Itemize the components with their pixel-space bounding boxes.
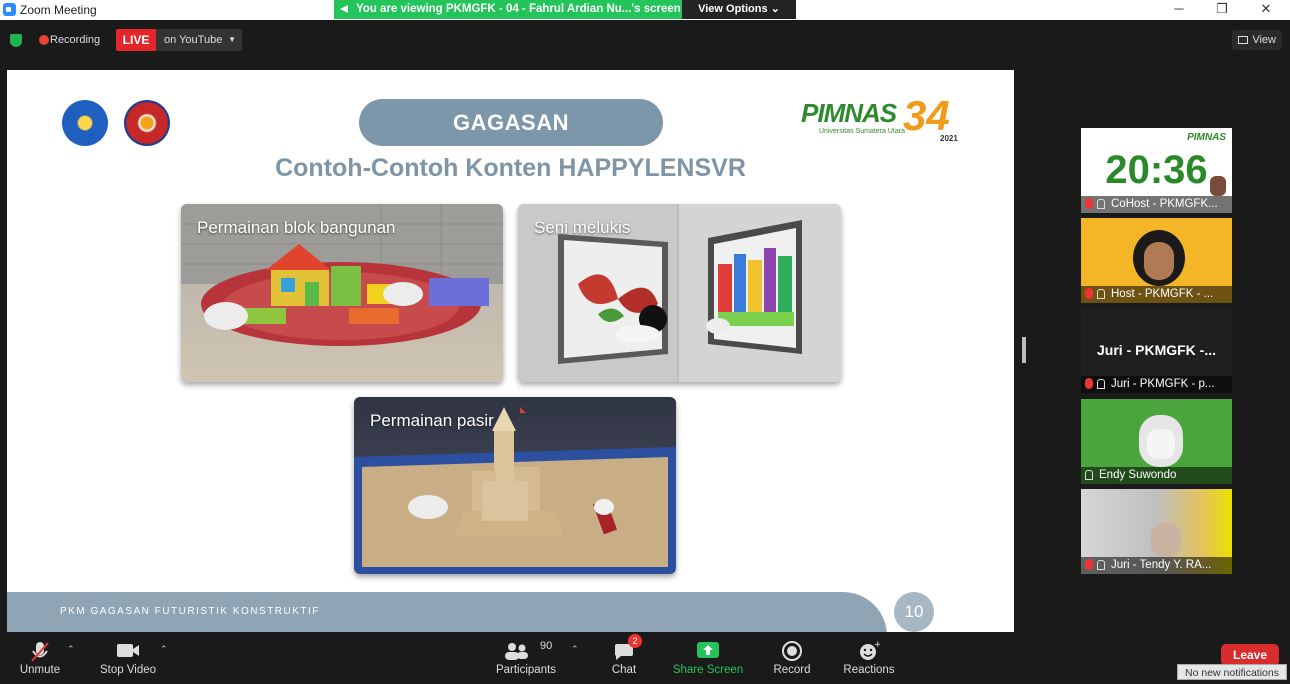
smiley-icon: + bbox=[860, 640, 880, 660]
participant-face bbox=[1144, 242, 1174, 280]
view-options-button[interactable]: View Options ⌄ bbox=[682, 0, 796, 19]
participant-tile-cohost[interactable]: PIMNAS 20:36 CoHost - PKMGFK... bbox=[1081, 128, 1232, 213]
participant-tile-juri[interactable]: Juri - PKMGFK -... Juri - PKMGFK - p... bbox=[1081, 308, 1232, 393]
university-logo bbox=[124, 100, 170, 146]
record-icon bbox=[39, 35, 49, 45]
svg-text:+: + bbox=[874, 640, 880, 650]
window-title: Zoom Meeting bbox=[20, 3, 97, 17]
stop-video-button[interactable]: Stop Video bbox=[96, 632, 160, 684]
participant-caption: CoHost - PKMGFK... bbox=[1081, 196, 1232, 213]
share-screen-button[interactable]: Share Screen bbox=[670, 632, 746, 684]
pimnas-mini-logo: PIMNAS bbox=[1187, 132, 1226, 143]
participants-icon bbox=[505, 643, 528, 660]
pin-icon bbox=[1097, 199, 1105, 209]
view-button[interactable]: View bbox=[1232, 30, 1282, 50]
audio-options-caret[interactable]: ⌃ bbox=[67, 644, 75, 655]
participant-name-display: Juri - PKMGFK -... bbox=[1097, 342, 1216, 358]
participant-face bbox=[1147, 429, 1175, 459]
participants-count: 90 bbox=[540, 640, 553, 652]
participants-options-caret[interactable]: ⌃ bbox=[571, 644, 579, 655]
close-button[interactable]: ✕ bbox=[1251, 1, 1281, 19]
participants-button[interactable]: 90 Participants bbox=[492, 632, 560, 684]
participant-face bbox=[1151, 523, 1181, 557]
recording-label: Recording bbox=[50, 34, 101, 46]
unmute-button[interactable]: Unmute bbox=[12, 632, 68, 684]
recording-indicator[interactable]: Recording bbox=[34, 30, 100, 50]
livestream-target-label: on YouTube bbox=[164, 34, 223, 46]
leave-button[interactable]: Leave bbox=[1221, 644, 1279, 666]
participant-caption: Endy Suwondo bbox=[1081, 467, 1232, 484]
screen-share-banner: You are viewing PKMGFK - 04 - Fahrul Ard… bbox=[334, 0, 682, 19]
reactions-button[interactable]: + Reactions bbox=[840, 632, 898, 684]
pin-icon bbox=[1097, 289, 1105, 299]
screen-share-text: You are viewing PKMGFK - 04 - Fahrul Ard… bbox=[356, 3, 681, 15]
video-options-caret[interactable]: ⌃ bbox=[160, 644, 168, 655]
minimize-button[interactable]: ─ bbox=[1164, 1, 1194, 19]
mic-muted-icon bbox=[1085, 288, 1093, 299]
mic-muted-icon bbox=[31, 642, 49, 662]
slide-page-number: 10 bbox=[894, 592, 934, 632]
view-options-label: View Options bbox=[698, 3, 768, 15]
record-icon bbox=[782, 641, 802, 661]
participant-tile-endy[interactable]: Endy Suwondo bbox=[1081, 399, 1232, 484]
participant-tile-host[interactable]: Host - PKMGFK - ... bbox=[1081, 218, 1232, 303]
content-card-building-blocks: Permainan blok bangunan bbox=[181, 204, 503, 382]
video-camera-icon bbox=[117, 644, 139, 657]
content-card-painting: Seni melukis bbox=[518, 204, 841, 382]
meeting-toolbar: Unmute ⌃ Stop Video ⌃ 90 Participants ⌃ … bbox=[0, 632, 1290, 684]
chevron-down-icon: ⌄ bbox=[770, 3, 780, 15]
card-label: Permainan pasir bbox=[370, 411, 494, 430]
shared-screen: GAGASAN PIMNAS 34 Universitas Sumatera U… bbox=[7, 70, 1014, 632]
pin-icon bbox=[1085, 470, 1093, 480]
card-label: Permainan blok bangunan bbox=[197, 218, 396, 237]
caret-down-icon: ▼ bbox=[228, 35, 236, 44]
notification-tooltip: No new notifications bbox=[1177, 664, 1287, 680]
meeting-top-bar: Recording LIVE on YouTube ▼ View bbox=[0, 20, 1290, 60]
chat-unread-badge: 2 bbox=[628, 634, 642, 648]
mic-muted-icon bbox=[1085, 198, 1093, 209]
video-thumbnail bbox=[1210, 176, 1226, 196]
ministry-logo bbox=[62, 100, 108, 146]
participant-caption: Juri - Tendy Y. RA... bbox=[1081, 557, 1232, 574]
grid-icon bbox=[1238, 36, 1248, 44]
panel-resize-handle[interactable] bbox=[1022, 337, 1026, 363]
share-screen-icon bbox=[697, 642, 719, 658]
content-card-sand: Permainan pasir bbox=[354, 397, 676, 574]
pin-icon bbox=[1097, 560, 1105, 570]
speaker-icon bbox=[340, 5, 348, 13]
participant-caption: Host - PKMGFK - ... bbox=[1081, 286, 1232, 303]
slide-heading: GAGASAN bbox=[359, 99, 663, 146]
record-button[interactable]: Record bbox=[768, 632, 816, 684]
participant-tile-tendy[interactable]: Juri - Tendy Y. RA... bbox=[1081, 489, 1232, 574]
zoom-icon bbox=[3, 3, 16, 16]
shield-icon[interactable] bbox=[10, 34, 22, 47]
mic-muted-icon bbox=[1085, 378, 1093, 389]
card-label: Seni melukis bbox=[534, 218, 631, 237]
pimnas-logo: PIMNAS 34 Universitas Sumatera Utara 202… bbox=[801, 92, 958, 143]
slide-footer-text: PKM GAGASAN FUTURISTIK KONSTRUKTIF bbox=[60, 606, 320, 617]
mic-muted-icon bbox=[1085, 559, 1093, 570]
livestream-target-dropdown[interactable]: on YouTube ▼ bbox=[156, 29, 242, 51]
pin-icon bbox=[1097, 379, 1105, 389]
participant-caption: Juri - PKMGFK - p... bbox=[1081, 376, 1232, 393]
view-label: View bbox=[1252, 34, 1276, 46]
maximize-button[interactable]: ❐ bbox=[1207, 1, 1237, 19]
live-badge: LIVE bbox=[116, 29, 156, 51]
slide-subtitle: Contoh-Contoh Konten HAPPYLENSVR bbox=[275, 154, 746, 182]
chat-button[interactable]: 2 Chat bbox=[600, 632, 648, 684]
